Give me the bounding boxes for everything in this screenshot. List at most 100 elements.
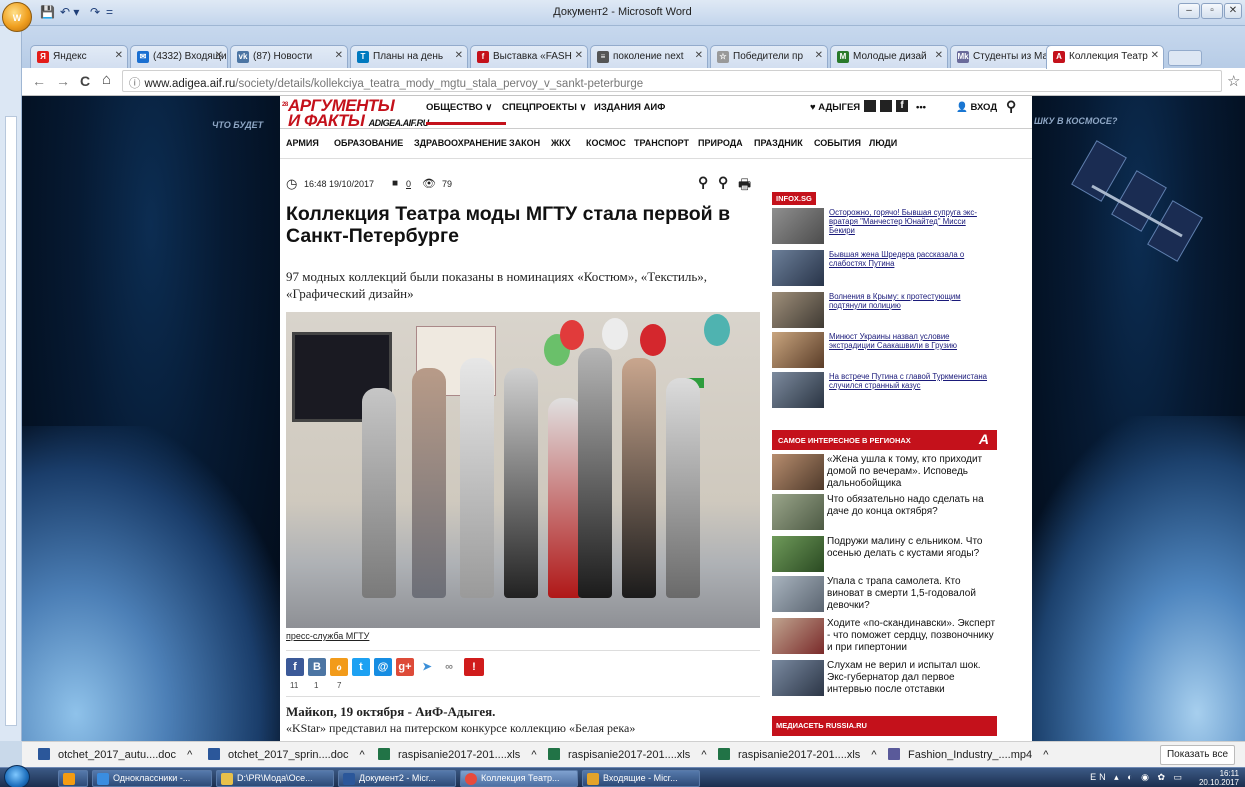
system-tray[interactable]: EN ▴ ◐ ◉ ✿ ▭ [1090,772,1185,783]
download-item[interactable]: Fashion_Industry_....mp4 ^ [888,748,1048,761]
report-error-icon[interactable]: ! [464,658,484,676]
link-share-icon[interactable]: ∞ [440,658,458,676]
mailru-share-icon[interactable]: @ [374,658,392,676]
back-icon[interactable]: ← [32,73,46,89]
download-item[interactable]: otchet_2017_sprin....doc ^ [208,748,365,761]
tab-young-designers[interactable]: M Молодые дизай ✕ [830,45,948,68]
taskbar-word[interactable]: Документ2 - Micr... [338,770,456,787]
close-button[interactable]: ✕ [1224,3,1242,19]
close-tab-icon[interactable]: ✕ [815,50,823,61]
nav-editions[interactable]: ИЗДАНИЯ АИФ [594,102,665,113]
tab-collection-active[interactable]: A Коллекция Театр ✕ [1046,45,1164,69]
subnav-nature[interactable]: ПРИРОДА [698,138,743,148]
bookmark-star-icon[interactable]: ☆ [1227,72,1240,90]
chevron-up-icon[interactable]: ^ [531,749,536,761]
start-button[interactable] [4,765,30,787]
tab-inbox[interactable]: ✉ (4332) Входящи ✕ [130,45,228,68]
login-button[interactable]: 👤 ВХОД [956,102,997,113]
forward-icon[interactable]: → [56,73,70,89]
chevron-up-icon[interactable]: ^ [1043,749,1048,761]
taskbar-ie[interactable]: Одноклассники -... [92,770,212,787]
infox-badge[interactable]: INFOX.SG [772,192,816,205]
download-item[interactable]: raspisanie2017-201....xls ^ [718,748,877,761]
print-icon[interactable]: 🖶 [738,174,751,198]
language-indicator[interactable]: EN [1090,772,1109,782]
tab-fashion-exhibition[interactable]: f Выставка «FASH ✕ [470,45,588,68]
close-tab-icon[interactable]: ✕ [575,50,583,61]
chevron-up-icon[interactable]: ^ [187,749,192,761]
article-photo[interactable] [286,312,760,628]
close-tab-icon[interactable]: ✕ [1151,50,1159,61]
bg-banner-text-right[interactable]: ШКУ В КОСМОСЕ? [1034,116,1117,126]
zoom-in-icon[interactable]: ⚲ [698,174,708,191]
tab-next-generation[interactable]: ≡ поколение next ✕ [590,45,708,68]
photo-credit[interactable]: пресс-служба МГТУ [286,631,369,641]
reload-icon[interactable]: C [80,73,90,89]
chevron-up-icon[interactable]: ^ [701,749,706,761]
taskbar-chrome[interactable]: Коллекция Театр... [460,770,578,787]
aif-logo[interactable]: 28 АРГУМЕНТЫ И ФАКТЫ ADIGEA.AIF.RU [282,97,429,131]
regions-title[interactable]: САМОЕ ИНТЕРЕСНОЕ В РЕГИОНАХ [778,436,911,445]
show-all-downloads-button[interactable]: Показать все [1160,745,1235,765]
odnoklassniki-share-icon[interactable]: ℴ [330,658,348,676]
save-icon[interactable]: 💾 [40,5,55,19]
subnav-events[interactable]: СОБЫТИЯ [814,138,861,148]
vk-share-icon[interactable]: B [308,658,326,676]
download-item[interactable]: raspisanie2017-201....xls ^ [378,748,537,761]
redo-icon[interactable]: ↷ [90,5,100,19]
qat-menu-icon[interactable]: = [106,5,113,19]
twitter-share-icon[interactable]: t [352,658,370,676]
close-tab-icon[interactable]: ✕ [335,50,343,61]
clock[interactable]: 16:11 20.10.2017 [1199,769,1239,787]
close-tab-icon[interactable]: ✕ [695,50,703,61]
more-menu[interactable]: ••• [916,102,926,113]
taskbar-explorer[interactable]: D:\PR\Мода\Осе... [216,770,334,787]
zoom-out-icon[interactable]: ⚲ [718,174,728,191]
mediaset-header[interactable]: МЕДИАСЕТЬ RUSSIA.RU [772,716,997,736]
home-icon[interactable]: ⌂ [102,71,111,88]
minimize-button[interactable]: – [1178,3,1200,19]
facebook-icon[interactable]: f [896,100,908,112]
chevron-up-icon[interactable]: ^ [360,749,365,761]
region-selector[interactable]: ♥ АДЫГЕЯ [810,102,860,113]
telegram-share-icon[interactable]: ➤ [418,658,436,676]
subnav-holiday[interactable]: ПРАЗДНИК [754,138,803,148]
info-icon[interactable]: ⓘ [129,78,141,90]
download-item[interactable]: raspisanie2017-201....xls ^ [548,748,707,761]
download-item[interactable]: otchet_2017_autu....doc ^ [38,748,192,761]
maximize-button[interactable]: ▫ [1201,3,1223,19]
subnav-healthcare[interactable]: ЗДРАВООХРАНЕНИЕ [414,138,507,148]
search-icon[interactable]: ⚲ [1006,98,1016,115]
chevron-up-icon[interactable]: ^ [871,749,876,761]
downloads-bar: otchet_2017_autu....doc ^ otchet_2017_sp… [22,741,1245,767]
close-tab-icon[interactable]: ✕ [455,50,463,61]
undo-icon[interactable]: ↶ ▾ [60,5,79,19]
tab-winners[interactable]: ☆ Победители пр ✕ [710,45,828,68]
subnav-law[interactable]: ЗАКОН [509,138,540,148]
subnav-space[interactable]: КОСМОС [586,138,626,148]
new-tab-button[interactable] [1168,50,1202,66]
nav-society[interactable]: ОБЩЕСТВО ∨ [426,102,492,113]
subnav-transport[interactable]: ТРАНСПОРТ [634,138,689,148]
facebook-share-icon[interactable]: f [286,658,304,676]
tab-news[interactable]: vk (87) Новости ✕ [230,45,348,68]
subnav-army[interactable]: АРМИЯ [286,138,319,148]
subnav-people[interactable]: ЛЮДИ [869,138,897,148]
apple-icon[interactable] [864,100,876,112]
tab-yandex[interactable]: Я Яндекс ✕ [30,45,128,68]
office-button[interactable]: W [2,2,32,32]
taskbar-outlook[interactable]: Входящие - Micr... [582,770,700,787]
subnav-housing[interactable]: ЖКХ [551,138,571,148]
close-tab-icon[interactable]: ✕ [215,50,223,61]
nav-special-projects[interactable]: СПЕЦПРОЕКТЫ ∨ [502,102,586,113]
close-tab-icon[interactable]: ✕ [935,50,943,61]
subnav-education[interactable]: ОБРАЗОВАНИЕ [334,138,403,148]
comment-count[interactable]: 0 [406,179,411,189]
close-tab-icon[interactable]: ✕ [115,50,123,61]
bg-banner-text-left[interactable]: ЧТО БУДЕТ [212,120,263,130]
googleplus-share-icon[interactable]: g+ [396,658,414,676]
tab-plans[interactable]: T Планы на день ✕ [350,45,468,68]
android-icon[interactable] [880,100,892,112]
url-input[interactable]: ⓘ www.adigea.aif.ru/society/details/kolle… [122,70,1222,92]
taskbar-media-player[interactable] [58,770,88,787]
